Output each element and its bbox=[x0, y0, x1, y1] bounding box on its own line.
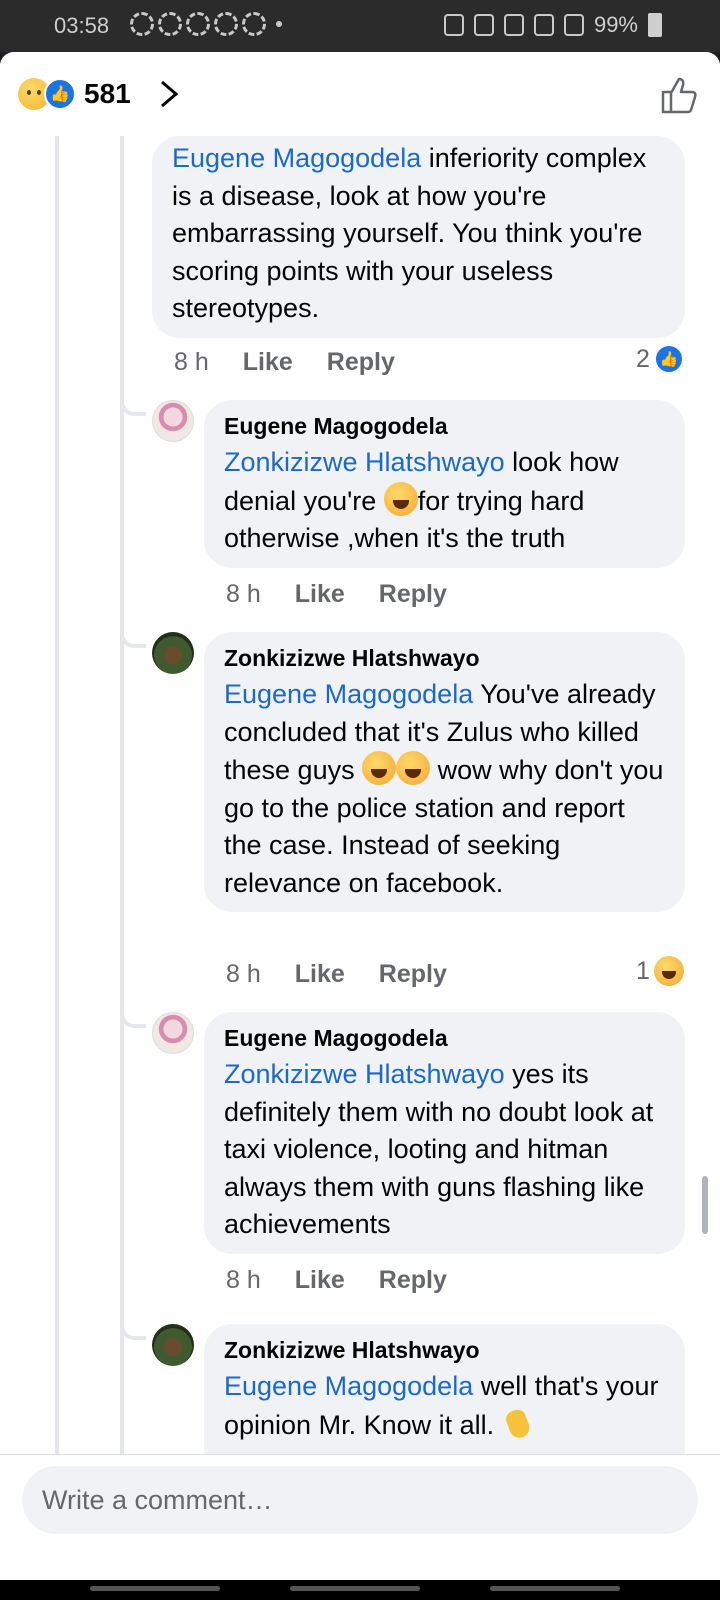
comment-bubble[interactable]: Zonkizizwe Hlatshwayo Eugene Magogodela … bbox=[204, 632, 685, 912]
haha-icon bbox=[653, 956, 684, 986]
comment-time[interactable]: 8 h bbox=[226, 580, 261, 609]
avatar[interactable] bbox=[152, 1012, 194, 1054]
avatar[interactable] bbox=[152, 1324, 194, 1366]
comment-mention[interactable]: Eugene Magogodela bbox=[224, 1371, 473, 1401]
comments-sheet: Eugene Magogodela inferiority complex is… bbox=[0, 52, 720, 1580]
status-time: 03:58 bbox=[54, 13, 110, 38]
comment-mention[interactable]: Zonkizizwe Hlatshwayo bbox=[224, 1059, 505, 1089]
status-right: 99% bbox=[443, 12, 662, 38]
scrollbar-thumb[interactable] bbox=[702, 1176, 708, 1234]
wifi-icon bbox=[533, 14, 554, 36]
comment-actions: 8 h Like Reply bbox=[226, 1266, 447, 1295]
clapping-hands-emoji-icon bbox=[502, 1406, 536, 1440]
avatar[interactable] bbox=[152, 400, 194, 442]
like-icon: 👍 bbox=[653, 344, 684, 374]
like-button[interactable]: Like bbox=[295, 1266, 345, 1295]
comment-author[interactable]: Zonkizizwe Hlatshwayo bbox=[224, 1332, 665, 1368]
comment-reactions[interactable]: 2 👍 bbox=[636, 344, 684, 374]
messenger-notification-icon bbox=[242, 12, 266, 36]
reactions-header: 👍 581 bbox=[0, 52, 720, 136]
nav-recents-handle[interactable] bbox=[90, 1586, 220, 1591]
status-bar: 03:58 99% bbox=[0, 0, 720, 52]
comment-mention[interactable]: Zonkizizwe Hlatshwayo bbox=[224, 447, 505, 477]
like-reaction-icon: 👍 bbox=[44, 78, 76, 110]
messenger-notification-icon bbox=[130, 12, 154, 36]
reply-button[interactable]: Reply bbox=[379, 1266, 447, 1295]
like-button[interactable]: Like bbox=[295, 580, 345, 609]
alarm-icon bbox=[473, 14, 494, 36]
mute-icon bbox=[503, 14, 524, 36]
reply-button[interactable]: Reply bbox=[379, 580, 447, 609]
comment-reactions[interactable]: 1 bbox=[636, 956, 684, 986]
rofl-emoji-icon bbox=[383, 481, 418, 516]
comment-bubble[interactable]: Eugene Magogodela inferiority complex is… bbox=[152, 136, 685, 338]
notification-icons bbox=[130, 12, 282, 36]
messenger-notification-icon bbox=[186, 12, 210, 36]
comment-composer bbox=[0, 1454, 720, 1580]
comment-time[interactable]: 8 h bbox=[174, 348, 209, 377]
more-notifications-dot-icon bbox=[276, 21, 282, 27]
comment-time[interactable]: 8 h bbox=[226, 1266, 261, 1295]
reaction-count: 1 bbox=[636, 956, 650, 985]
comment-input[interactable] bbox=[22, 1466, 698, 1534]
lock-icon bbox=[443, 14, 464, 36]
thread-line bbox=[55, 136, 59, 1536]
nav-home-handle[interactable] bbox=[290, 1586, 420, 1591]
comment-author[interactable]: Zonkizizwe Hlatshwayo bbox=[224, 640, 665, 676]
reaction-summary[interactable]: 👍 bbox=[18, 78, 78, 110]
messenger-notification-icon bbox=[158, 12, 182, 36]
messenger-notification-icon bbox=[214, 12, 238, 36]
comment-actions: 8 h Like Reply bbox=[226, 580, 447, 609]
reaction-count[interactable]: 581 bbox=[84, 78, 131, 110]
battery-icon bbox=[648, 13, 662, 37]
reaction-count: 2 bbox=[636, 344, 650, 373]
comment-mention[interactable]: Eugene Magogodela bbox=[172, 143, 421, 173]
avatar[interactable] bbox=[152, 632, 194, 674]
tears-of-joy-emoji-icon bbox=[362, 751, 397, 785]
comment-bubble[interactable]: Eugene Magogodela Zonkizizwe Hlatshwayo … bbox=[204, 1012, 685, 1254]
signal-icon bbox=[563, 14, 584, 36]
comment-actions: 8 h Like Reply bbox=[226, 960, 447, 989]
tears-of-joy-emoji-icon bbox=[396, 751, 431, 785]
system-nav-bar bbox=[0, 1580, 720, 1600]
like-button[interactable]: Like bbox=[295, 960, 345, 989]
comment-author[interactable]: Eugene Magogodela bbox=[224, 408, 665, 444]
like-button[interactable]: Like bbox=[243, 348, 293, 377]
comment-time[interactable]: 8 h bbox=[226, 960, 261, 989]
comment-mention[interactable]: Eugene Magogodela bbox=[224, 679, 473, 709]
battery-percent: 99% bbox=[593, 12, 638, 37]
like-icon[interactable] bbox=[658, 74, 700, 116]
nav-back-handle[interactable] bbox=[490, 1586, 620, 1591]
comment-actions: 8 h Like Reply bbox=[174, 348, 395, 377]
reply-button[interactable]: Reply bbox=[327, 348, 395, 377]
chevron-right-icon[interactable] bbox=[150, 74, 190, 114]
comment-bubble[interactable]: Eugene Magogodela Zonkizizwe Hlatshwayo … bbox=[204, 400, 685, 568]
reply-button[interactable]: Reply bbox=[379, 960, 447, 989]
comment-author[interactable]: Eugene Magogodela bbox=[224, 1020, 665, 1056]
